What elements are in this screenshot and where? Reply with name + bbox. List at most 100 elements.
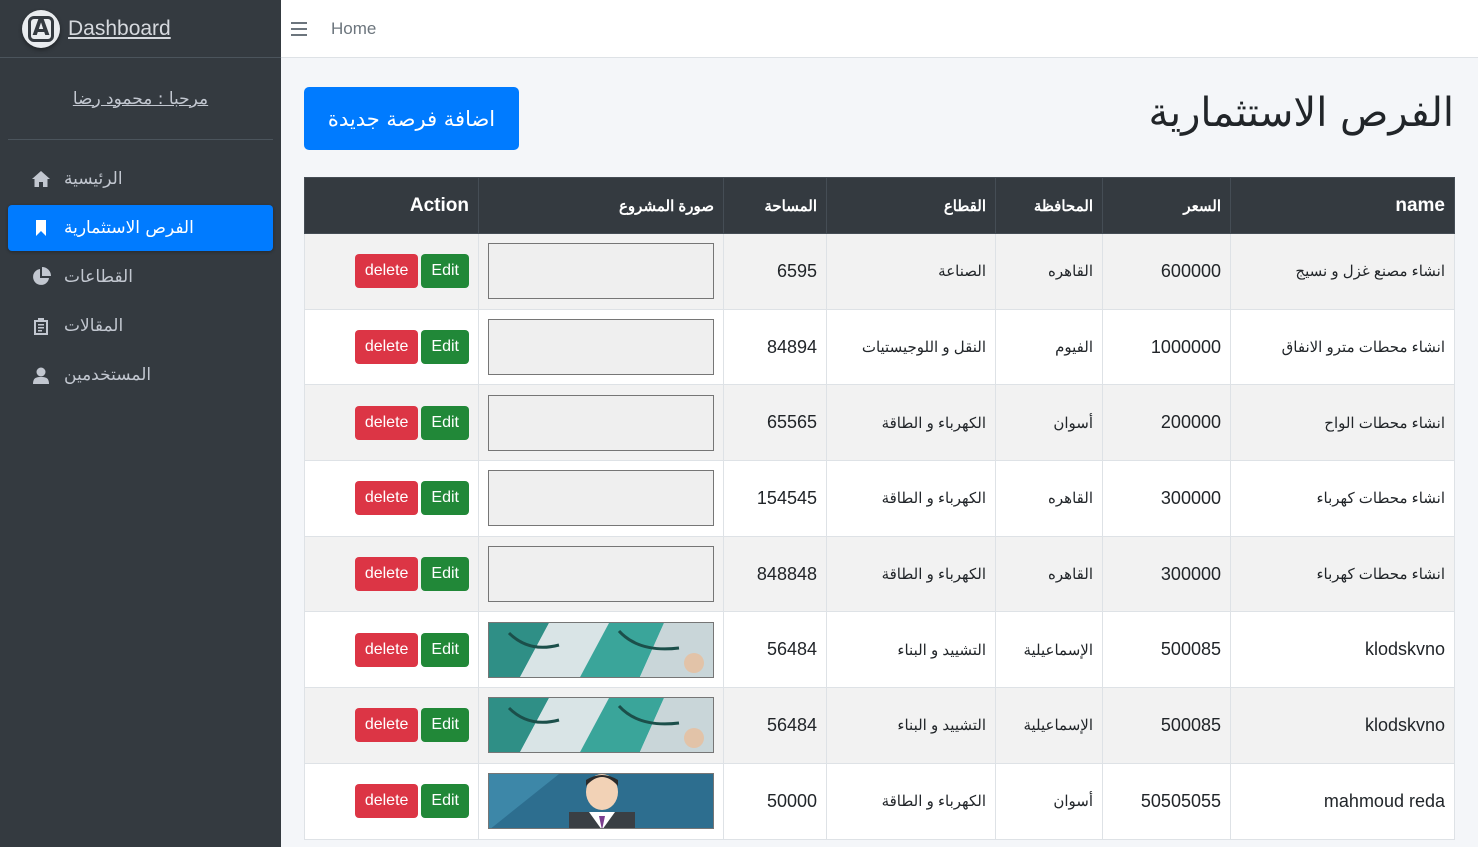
project-image: [489, 622, 713, 677]
delete-button[interactable]: delete: [354, 784, 419, 819]
project-image-box: [488, 697, 714, 754]
header-name: name: [1230, 177, 1455, 234]
delete-button[interactable]: delete: [354, 481, 419, 516]
home-link[interactable]: Home: [331, 19, 376, 39]
edit-button[interactable]: Edit: [421, 254, 469, 289]
hamburger-menu-icon[interactable]: [291, 21, 307, 36]
user-greeting-link[interactable]: مرحبا : محمود رضا: [73, 89, 208, 109]
price-cell: 500085: [1102, 687, 1231, 764]
edit-button[interactable]: Edit: [421, 784, 469, 819]
sidebar-item-label: القطاعات: [64, 267, 133, 287]
name-cell: انشاء مصنع غزل و نسيج: [1230, 233, 1455, 310]
project-image-box: [488, 319, 714, 376]
opportunities-table: Action صورة المشروع المساحة القطاع المحا…: [304, 177, 1455, 840]
table-header-row: Action صورة المشروع المساحة القطاع المحا…: [304, 177, 1455, 234]
governorate-cell: الإسماعيلية: [995, 611, 1103, 689]
sector-cell: النقل و اللوجيستيات: [826, 308, 996, 386]
image-cell: [478, 384, 724, 462]
governorate-cell: أسوان: [995, 762, 1103, 840]
brand-link[interactable]: A Dashboard: [0, 0, 281, 58]
delete-button[interactable]: delete: [354, 708, 419, 743]
edit-button[interactable]: Edit: [421, 708, 469, 743]
table-row: delete Edit 50000 الكهرباء و الطاقة أسوان 505…: [304, 762, 1455, 840]
name-cell: انشاء محطات مترو الانفاق: [1230, 308, 1455, 386]
area-cell: 56484: [723, 611, 827, 689]
price-cell: 300000: [1102, 535, 1231, 613]
actions-cell: delete Edit: [304, 460, 479, 537]
user-icon: [30, 367, 52, 384]
table-row: delete Edit 154545 الكهرباء و الطاقة القاهره…: [304, 460, 1455, 537]
sector-cell: الكهرباء و الطاقة: [826, 460, 996, 537]
name-cell: انشاء محطات كهرباء: [1230, 535, 1455, 613]
area-cell: 50000: [723, 762, 827, 840]
governorate-cell: الإسماعيلية: [995, 687, 1103, 764]
main-content: الفرص الاستثمارية اضافة فرصة جديدة Actio…: [281, 58, 1478, 847]
name-cell: mahmoud reda: [1230, 762, 1455, 840]
sidebar: A Dashboard مرحبا : محمود رضا الرئيسية ا…: [0, 0, 281, 847]
delete-button[interactable]: delete: [354, 254, 419, 289]
image-cell: [478, 762, 724, 840]
edit-button[interactable]: Edit: [421, 330, 469, 365]
actions-cell: delete Edit: [304, 384, 479, 462]
header-governorate: المحافظة: [995, 177, 1103, 234]
sidebar-item-articles[interactable]: المقالات: [8, 303, 273, 349]
edit-button[interactable]: Edit: [421, 557, 469, 592]
delete-button[interactable]: delete: [354, 330, 419, 365]
edit-button[interactable]: Edit: [421, 405, 469, 440]
delete-button[interactable]: delete: [354, 405, 419, 440]
sidebar-item-sectors[interactable]: القطاعات: [8, 254, 273, 300]
delete-button[interactable]: delete: [354, 557, 419, 592]
brand-title[interactable]: Dashboard: [68, 17, 171, 41]
header-image: صورة المشروع: [478, 177, 724, 234]
image-cell: [478, 233, 724, 310]
area-cell: 65565: [723, 384, 827, 462]
home-icon: [30, 171, 52, 187]
edit-button[interactable]: Edit: [421, 481, 469, 516]
image-cell: [478, 460, 724, 537]
price-cell: 600000: [1102, 233, 1231, 310]
project-image: [489, 698, 713, 753]
table-row: delete Edit 56484 التشييد و البناء الإسماعيل…: [304, 611, 1455, 689]
actions-cell: delete Edit: [304, 535, 479, 613]
actions-cell: delete Edit: [304, 611, 479, 689]
delete-button[interactable]: delete: [354, 632, 419, 667]
project-image-box: [488, 773, 714, 830]
name-cell: klodskvno: [1230, 687, 1455, 764]
actions-cell: delete Edit: [304, 762, 479, 840]
governorate-cell: أسوان: [995, 384, 1103, 462]
table-row: delete Edit 6595 الصناعة القاهره 600000 انشاء …: [304, 233, 1455, 310]
clipboard-icon: [30, 317, 52, 335]
area-cell: 6595: [723, 233, 827, 310]
sector-cell: التشييد و البناء: [826, 611, 996, 689]
governorate-cell: القاهره: [995, 535, 1103, 613]
sidebar-item-label: الرئيسية: [64, 169, 123, 189]
governorate-cell: الفيوم: [995, 308, 1103, 386]
sector-cell: الكهرباء و الطاقة: [826, 535, 996, 613]
sidebar-item-investment-opportunities[interactable]: الفرص الاستثمارية: [8, 205, 273, 251]
project-image: [489, 774, 713, 829]
governorate-cell: القاهره: [995, 233, 1103, 310]
sidebar-item-label: المستخدمين: [64, 365, 152, 385]
header-price: السعر: [1102, 177, 1231, 234]
governorate-cell: القاهره: [995, 460, 1103, 537]
area-cell: 154545: [723, 460, 827, 537]
image-cell: [478, 308, 724, 386]
top-navbar: Home: [281, 0, 1478, 58]
sector-cell: التشييد و البناء: [826, 687, 996, 764]
edit-button[interactable]: Edit: [421, 632, 469, 667]
bookmark-icon: [30, 220, 52, 236]
image-cell: [478, 687, 724, 764]
sidebar-item-label: المقالات: [64, 316, 124, 336]
sidebar-item-label: الفرص الاستثمارية: [64, 218, 194, 238]
sidebar-item-home[interactable]: الرئيسية: [8, 156, 273, 202]
header-action: Action: [304, 177, 479, 234]
sidebar-item-users[interactable]: المستخدمين: [8, 352, 273, 398]
table-row: delete Edit 848848 الكهرباء و الطاقة القاهره…: [304, 535, 1455, 613]
sector-cell: الصناعة: [826, 233, 996, 310]
project-image-box: [488, 394, 714, 451]
add-opportunity-button[interactable]: اضافة فرصة جديدة: [304, 87, 519, 150]
user-panel: مرحبا : محمود رضا: [8, 58, 273, 140]
name-cell: انشاء محطات كهرباء: [1230, 460, 1455, 537]
project-image-box: [488, 546, 714, 603]
area-cell: 84894: [723, 308, 827, 386]
